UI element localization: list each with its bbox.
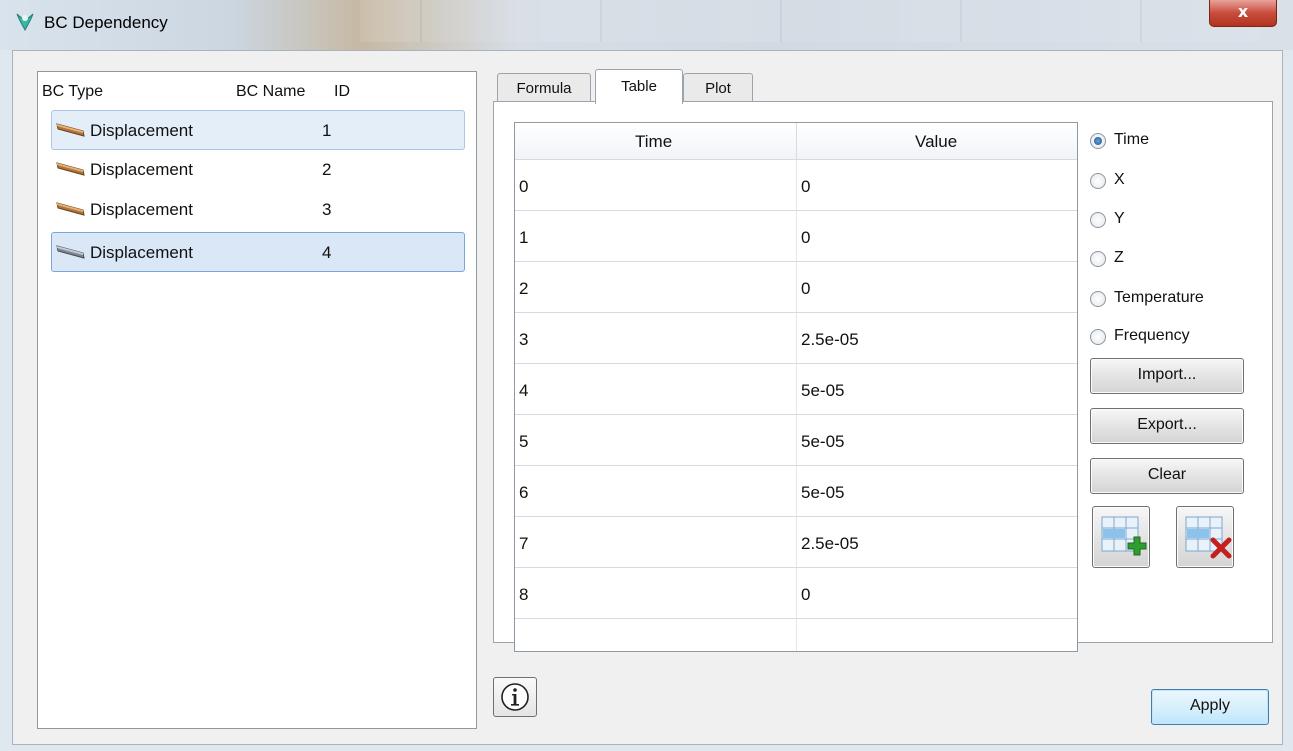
delete-row-button[interactable]: [1176, 506, 1234, 568]
cell-divider: [796, 313, 797, 363]
bc-list-header: BC Type BC Name ID: [38, 72, 476, 108]
radio-indicator[interactable]: [1090, 173, 1106, 189]
column-divider: [796, 123, 797, 159]
table-row[interactable]: 20: [515, 262, 1077, 313]
cell-divider: [796, 568, 797, 618]
dialog-body: BC Type BC Name ID Displacement 1 Displa…: [12, 50, 1283, 745]
window-title: BC Dependency: [44, 13, 168, 32]
table-row[interactable]: 6 5e-05: [515, 466, 1077, 517]
time-cell[interactable]: 6: [519, 483, 528, 503]
displacement-icon: [56, 123, 85, 137]
header-bc-name[interactable]: BC Name: [236, 83, 305, 101]
bc-row-2[interactable]: Displacement 2: [52, 150, 464, 188]
bc-type-label: Displacement: [90, 160, 193, 179]
value-cell[interactable]: 0: [801, 228, 810, 248]
bc-row-4[interactable]: Displacement 4: [51, 232, 465, 272]
value-cell[interactable]: 2.5e-05: [801, 534, 859, 554]
import-button[interactable]: Import...: [1090, 358, 1244, 394]
app-logo-icon: [16, 13, 34, 32]
title-bar: BC Dependency x: [0, 0, 1293, 50]
displacement-icon: [56, 162, 85, 176]
value-cell[interactable]: 0: [801, 279, 810, 299]
table-row[interactable]: 3 2.5e-05: [515, 313, 1077, 364]
cell-divider: [796, 415, 797, 465]
table-row[interactable]: 7 2.5e-05: [515, 517, 1077, 568]
time-cell[interactable]: 8: [519, 585, 528, 605]
radio-label: Temperature: [1114, 289, 1204, 306]
value-cell[interactable]: 5e-05: [801, 381, 844, 401]
info-button[interactable]: [493, 677, 537, 717]
tab-table[interactable]: Table: [595, 69, 683, 104]
bc-list[interactable]: BC Type BC Name ID Displacement 1 Displa…: [37, 71, 477, 729]
clear-button[interactable]: Clear: [1090, 458, 1244, 494]
close-button[interactable]: x: [1209, 0, 1277, 27]
cell-divider: [796, 160, 797, 210]
time-cell[interactable]: 2: [519, 279, 528, 299]
value-cell[interactable]: 5e-05: [801, 432, 844, 452]
value-cell[interactable]: 0: [801, 177, 810, 197]
time-cell[interactable]: 3: [519, 330, 528, 350]
radio-label: Y: [1114, 210, 1125, 227]
radio-label: Time: [1114, 131, 1149, 148]
add-row-button[interactable]: [1092, 506, 1150, 568]
cell-divider: [796, 517, 797, 567]
radio-indicator[interactable]: [1090, 291, 1106, 307]
cell-divider: [796, 619, 797, 651]
tab-plot[interactable]: Plot: [683, 73, 753, 104]
background-window: [360, 0, 1260, 42]
bc-id-label: 2: [322, 160, 332, 179]
table-header: Time Value: [515, 123, 1077, 160]
time-cell[interactable]: 7: [519, 534, 528, 554]
table-row[interactable]: 4 5e-05: [515, 364, 1077, 415]
empty-row[interactable]: [515, 619, 1077, 651]
cell-divider: [796, 466, 797, 516]
table-row[interactable]: 80: [515, 568, 1077, 619]
bc-id-label: 3: [322, 200, 332, 219]
table-delete-row-icon: [1185, 516, 1232, 559]
table-row[interactable]: 5 5e-05: [515, 415, 1077, 466]
column-header-time[interactable]: Time: [635, 132, 672, 152]
table-add-row-icon: [1101, 516, 1147, 556]
value-cell[interactable]: 2.5e-05: [801, 330, 859, 350]
bc-id-label: 4: [322, 243, 332, 262]
radio-label: Z: [1114, 249, 1124, 266]
table-row[interactable]: 00: [515, 160, 1077, 211]
header-id[interactable]: ID: [334, 83, 350, 101]
bc-type-label: Displacement: [90, 121, 193, 140]
displacement-icon: [56, 245, 85, 259]
bc-id-label: 1: [322, 121, 332, 140]
time-cell[interactable]: 5: [519, 432, 528, 452]
radio-indicator[interactable]: [1090, 133, 1106, 149]
time-cell[interactable]: 0: [519, 177, 528, 197]
bc-row-3[interactable]: Displacement 3: [52, 190, 464, 228]
radio-indicator[interactable]: [1090, 212, 1106, 228]
radio-label: X: [1114, 171, 1125, 188]
radio-indicator[interactable]: [1090, 329, 1106, 345]
time-cell[interactable]: 4: [519, 381, 528, 401]
tab-formula[interactable]: Formula: [497, 73, 591, 104]
table-row[interactable]: 10: [515, 211, 1077, 262]
bc-type-label: Displacement: [90, 243, 193, 262]
header-bc-type[interactable]: BC Type: [42, 83, 103, 101]
dependency-table[interactable]: Time Value 00 10 20 3 2.5e-05 4 5e-05 5 5e-…: [514, 122, 1078, 652]
bc-type-label: Displacement: [90, 200, 193, 219]
radio-label: Frequency: [1114, 327, 1190, 344]
radio-indicator[interactable]: [1090, 251, 1106, 267]
value-cell[interactable]: 5e-05: [801, 483, 844, 503]
info-icon: [501, 683, 529, 711]
cell-divider: [796, 364, 797, 414]
bc-row-1[interactable]: Displacement 1: [51, 110, 465, 150]
apply-button[interactable]: Apply: [1151, 689, 1269, 725]
export-button[interactable]: Export...: [1090, 408, 1244, 444]
column-header-value[interactable]: Value: [915, 132, 957, 152]
cell-divider: [796, 211, 797, 261]
displacement-icon: [56, 202, 85, 216]
time-cell[interactable]: 1: [519, 228, 528, 248]
cell-divider: [796, 262, 797, 312]
value-cell[interactable]: 0: [801, 585, 810, 605]
table-tab-panel: Time Value 00 10 20 3 2.5e-05 4 5e-05 5 5e-…: [493, 101, 1273, 652]
